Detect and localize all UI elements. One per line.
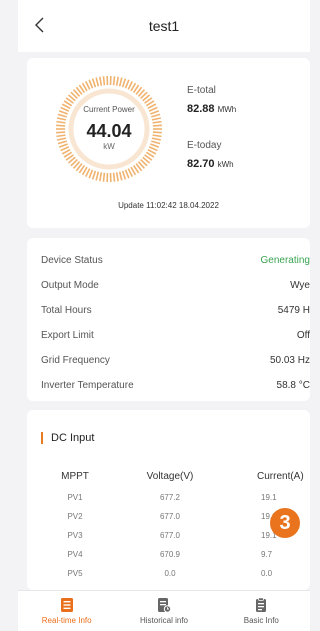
- status-row-export-limit: Export Limit Off: [41, 330, 310, 341]
- table-row: PV1 677.2 19.1: [67, 493, 277, 502]
- gauge-tick: [151, 113, 161, 118]
- gauge-tick: [115, 76, 119, 86]
- status-badge: Generating: [260, 255, 310, 266]
- status-card: Device Status Generating Output Mode Wye T…: [27, 238, 310, 401]
- status-row-grid-frequency: Grid Frequency 50.03 Hz: [41, 355, 310, 366]
- gauge-tick: [124, 169, 130, 179]
- current-power-label: Current Power: [83, 105, 135, 114]
- table-row: PV4 670.9 9.7: [67, 550, 273, 559]
- gauge-tick: [99, 172, 103, 182]
- tab-realtime-info[interactable]: Real-time Info: [18, 591, 115, 631]
- gauge-tick: [112, 172, 116, 182]
- realtime-icon: [60, 598, 73, 612]
- dc-input-table: MPPT Voltage(V) Current(A) PV1 677.2 19.1 …: [27, 464, 310, 583]
- gauge-tick: [124, 79, 130, 89]
- status-row-total-hours: Total Hours 5479 H: [41, 305, 310, 316]
- power-card: Current Power 44.04 kW E-total 82.88 MWh…: [27, 58, 310, 228]
- etotal-unit: MWh: [217, 105, 237, 114]
- gauge-tick: [91, 170, 97, 180]
- app-screen: test1 Current Power 44.04 kW E-total 82.…: [18, 0, 310, 631]
- table-row: PV5 0.0 0.0: [67, 569, 273, 578]
- bottom-tab-bar: Real-time Info Historical info Basic Inf…: [18, 590, 310, 631]
- etoday-value: 82.70 kWh: [187, 158, 234, 170]
- gauge-tick: [121, 78, 127, 88]
- step-badge: 3: [270, 508, 300, 538]
- basic-info-icon: [256, 597, 267, 612]
- gauge-tick: [99, 76, 103, 86]
- gauge-tick: [112, 76, 116, 86]
- table-row: PV2 677.0 19.0: [67, 512, 277, 521]
- current-power-unit: kW: [103, 142, 115, 151]
- gauge-tick: [88, 79, 94, 89]
- gauge-tick: [118, 77, 123, 87]
- gauge-tick: [102, 172, 106, 182]
- dc-input-card: DC Input MPPT Voltage(V) Current(A) PV1 6…: [27, 410, 310, 590]
- back-arrow-icon[interactable]: [32, 16, 50, 34]
- gauge-tick: [121, 170, 127, 180]
- gauge-tick: [151, 117, 162, 121]
- status-row-device-status: Device Status Generating: [41, 255, 310, 266]
- update-timestamp: Update 11:02:42 18.04.2022: [118, 201, 219, 210]
- header: test1: [18, 0, 310, 52]
- gauge-tick: [91, 78, 97, 88]
- gauge-tick: [95, 77, 100, 87]
- table-header: MPPT Voltage(V) Current(A): [61, 470, 304, 482]
- etotal-value: 82.88 MWh: [187, 103, 237, 115]
- status-row-inverter-temperature: Inverter Temperature 58.8 °C: [41, 380, 310, 391]
- gauge-tick: [115, 172, 119, 182]
- tab-basic-info[interactable]: Basic Info: [213, 591, 310, 631]
- etoday-unit: kWh: [217, 160, 234, 169]
- current-power-value: 44.04: [86, 121, 132, 141]
- gauge-tick: [88, 169, 94, 179]
- gauge-tick: [95, 171, 100, 181]
- etoday-label: E-today: [187, 140, 222, 151]
- page-title: test1: [148, 18, 180, 34]
- status-row-output-mode: Output Mode Wye: [41, 280, 310, 291]
- gauge-tick: [56, 117, 67, 121]
- dc-input-title: DC Input: [51, 432, 95, 444]
- table-row: PV3 677.0 19.1: [67, 531, 277, 540]
- gauge-tick: [118, 171, 123, 181]
- etotal-label: E-total: [187, 85, 216, 96]
- gauge-tick: [102, 76, 106, 86]
- history-icon: [157, 598, 171, 613]
- gauge-tick: [57, 113, 67, 118]
- tab-historical-info[interactable]: Historical info: [115, 591, 212, 631]
